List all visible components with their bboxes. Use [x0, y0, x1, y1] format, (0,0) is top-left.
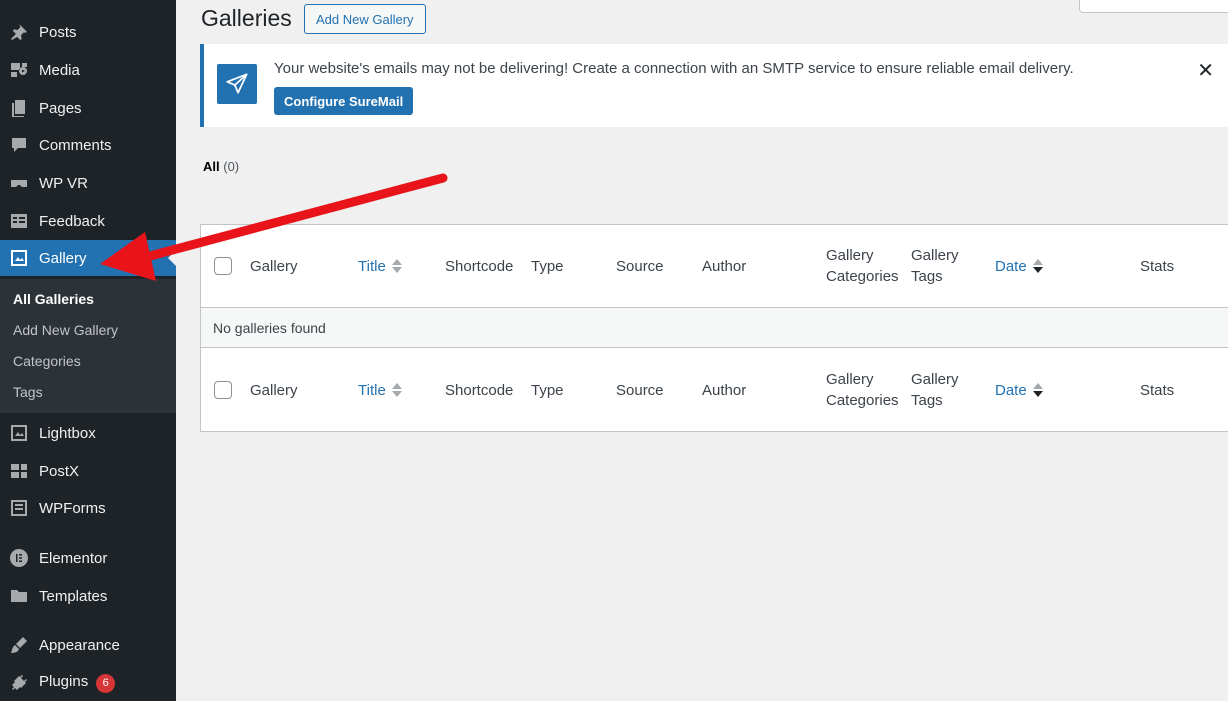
sidebar-item-label: Media — [39, 61, 80, 79]
brush-icon — [9, 635, 29, 655]
plug-icon — [9, 673, 29, 693]
column-stats: Stats — [1140, 381, 1175, 399]
close-icon[interactable]: ✕ — [1197, 58, 1214, 83]
column-date-sortable[interactable]: Date — [995, 348, 1043, 432]
column-author: Author — [702, 257, 747, 275]
galleries-table: Gallery Title Shortcode Type Source Auth… — [200, 224, 1228, 432]
column-author: Author — [702, 381, 747, 399]
sidebar-item-label: Pages — [39, 99, 82, 117]
submenu-tags[interactable]: Tags — [13, 384, 43, 400]
gallery-icon — [9, 248, 29, 268]
sidebar-item-label: Gallery — [39, 249, 87, 267]
sort-icon — [1032, 259, 1043, 273]
gallery-submenu: All Galleries Add New Gallery Categories… — [0, 279, 176, 413]
sidebar-item-label: Lightbox — [39, 424, 96, 442]
column-shortcode: Shortcode — [445, 257, 514, 275]
column-type: Type — [531, 381, 564, 399]
sidebar-item-label: Elementor — [39, 549, 108, 567]
page-title: Galleries — [201, 5, 292, 31]
comment-icon — [9, 135, 29, 155]
configure-suremail-button[interactable]: Configure SureMail — [274, 87, 414, 115]
active-menu-pointer — [168, 250, 176, 266]
sidebar-item-comments[interactable]: Comments — [0, 127, 176, 163]
sidebar-item-appearance[interactable]: Appearance — [0, 627, 176, 663]
sidebar-item-gallery[interactable]: Gallery — [0, 240, 176, 276]
sort-icon — [1032, 383, 1043, 397]
submenu-all-galleries[interactable]: All Galleries — [13, 291, 94, 307]
sidebar-item-wpforms[interactable]: WPForms — [0, 490, 176, 526]
sidebar-item-elementor[interactable]: Elementor — [0, 540, 176, 576]
vr-headset-icon — [9, 173, 29, 193]
pages-icon — [9, 98, 29, 118]
column-source: Source — [616, 381, 664, 399]
table-header-row: Gallery Title Shortcode Type Source Auth… — [201, 225, 1228, 308]
sidebar-item-wp-vr[interactable]: WP VR — [0, 165, 176, 201]
smtp-notice: Your website's emails may not be deliver… — [200, 44, 1228, 127]
sidebar-item-templates[interactable]: Templates — [0, 578, 176, 614]
view-all-label: All — [203, 159, 220, 174]
add-new-gallery-button[interactable]: Add New Gallery — [304, 4, 426, 34]
elementor-icon — [9, 548, 29, 568]
paper-plane-icon — [217, 64, 257, 104]
column-gallery-categories: Gallery Categories — [826, 247, 899, 285]
column-date-sortable[interactable]: Date — [995, 225, 1043, 307]
sidebar-item-feedback[interactable]: Feedback — [0, 203, 176, 239]
media-icon — [9, 60, 29, 80]
view-filter-all[interactable]: All (0) — [203, 159, 239, 174]
table-row-empty: No galleries found — [201, 308, 1228, 348]
select-all-checkbox[interactable] — [214, 257, 232, 275]
sidebar-item-label: Plugins 6 — [39, 673, 116, 693]
lightbox-icon — [9, 423, 29, 443]
column-label: Title — [358, 257, 386, 275]
view-all-count: (0) — [223, 159, 240, 174]
column-stats: Stats — [1140, 257, 1175, 275]
column-title-sortable[interactable]: Title — [358, 225, 402, 307]
sidebar-item-postx[interactable]: PostX — [0, 453, 176, 489]
wpforms-icon — [9, 498, 29, 518]
sidebar-item-pages[interactable]: Pages — [0, 90, 176, 126]
column-title-sortable[interactable]: Title — [358, 348, 402, 432]
sidebar-item-label: PostX — [39, 462, 80, 480]
sidebar-item-label: Templates — [39, 587, 108, 605]
sidebar-item-label: WP VR — [39, 174, 88, 192]
column-type: Type — [531, 257, 564, 275]
column-label: Date — [995, 257, 1027, 275]
table-footer-row: Gallery Title Shortcode Type Source Auth… — [201, 348, 1228, 432]
update-count-badge: 6 — [96, 674, 116, 693]
pin-icon — [9, 22, 29, 42]
select-all-checkbox-footer[interactable] — [214, 381, 232, 399]
column-gallery: Gallery — [250, 381, 298, 399]
sidebar-item-posts[interactable]: Posts — [0, 14, 176, 50]
sidebar-item-label: Feedback — [39, 212, 105, 230]
sidebar-item-label: Posts — [39, 23, 77, 41]
sidebar-item-label: WPForms — [39, 499, 106, 517]
sidebar-item-media[interactable]: Media — [0, 52, 176, 88]
column-gallery-categories: Gallery Categories — [826, 371, 899, 409]
postx-icon — [9, 461, 29, 481]
sidebar-item-label: Comments — [39, 136, 112, 154]
screen-options-tab[interactable] — [1079, 0, 1228, 13]
column-source: Source — [616, 257, 664, 275]
submenu-categories[interactable]: Categories — [13, 353, 81, 369]
submenu-add-new-gallery[interactable]: Add New Gallery — [13, 322, 118, 338]
column-gallery-tags: Gallery Tags — [911, 247, 959, 285]
column-gallery: Gallery — [250, 257, 298, 275]
empty-message: No galleries found — [213, 320, 326, 336]
column-gallery-tags: Gallery Tags — [911, 371, 959, 409]
sidebar-item-plugins[interactable]: Plugins 6 — [0, 665, 176, 701]
sidebar-item-label: Appearance — [39, 636, 120, 654]
folder-icon — [9, 586, 29, 606]
sort-icon — [391, 383, 402, 397]
column-label: Title — [358, 381, 386, 399]
admin-sidebar: Posts Media Pages Comments WP VR Feedbac… — [0, 0, 176, 701]
feedback-icon — [9, 211, 29, 231]
notice-message: Your website's emails may not be deliver… — [274, 60, 1074, 77]
sidebar-item-lightbox[interactable]: Lightbox — [0, 415, 176, 451]
sort-icon — [391, 259, 402, 273]
column-shortcode: Shortcode — [445, 381, 514, 399]
column-label: Date — [995, 381, 1027, 399]
